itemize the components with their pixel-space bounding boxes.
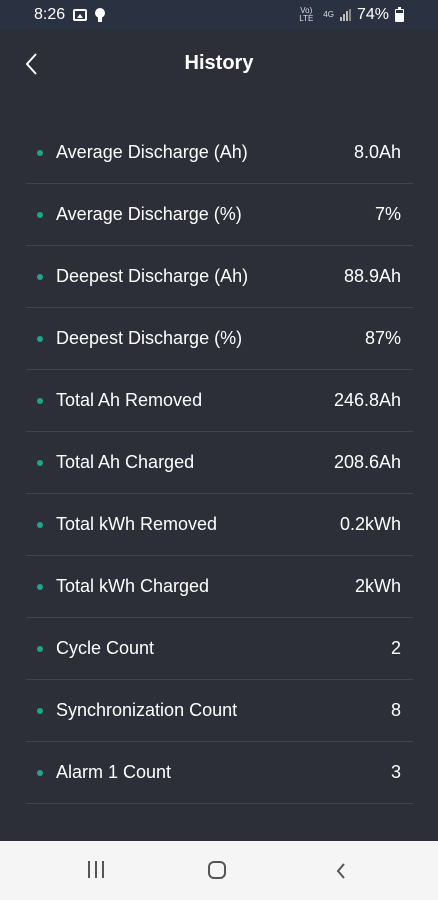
row-label: Total kWh Charged	[56, 576, 210, 596]
bullet-icon	[37, 274, 43, 280]
row-value: 7%	[374, 204, 401, 224]
bullet-icon	[37, 584, 43, 590]
row-label: Deepest Discharge (%)	[56, 328, 243, 348]
battery-icon	[395, 6, 404, 22]
row-label: Synchronization Count	[56, 700, 238, 720]
row-value: 87%	[364, 328, 401, 348]
battery-percent: 74%	[356, 6, 389, 23]
header: History	[0, 30, 438, 102]
history-list: Average Discharge (Ah) 8.0Ah Average Dis…	[26, 122, 413, 804]
row-label: Alarm 1 Count	[56, 762, 172, 782]
row-label: Total Ah Removed	[56, 390, 203, 410]
bullet-icon	[37, 398, 43, 404]
network-type: 4G	[323, 10, 334, 19]
bullet-icon	[37, 770, 43, 776]
list-item: Average Discharge (Ah) 8.0Ah	[26, 122, 413, 184]
list-item: Alarm 1 Count 3	[26, 742, 413, 804]
bullet-icon	[37, 336, 43, 342]
row-value: 246.8Ah	[333, 390, 401, 410]
signal-icon	[339, 9, 351, 21]
row-value: 8.0Ah	[353, 142, 401, 162]
bullet-icon	[37, 150, 43, 156]
list-item: Synchronization Count 8	[26, 680, 413, 742]
row-label: Average Discharge (%)	[56, 204, 242, 224]
list-item: Cycle Count 2	[26, 618, 413, 680]
row-label: Average Discharge (Ah)	[56, 142, 248, 162]
list-item: Total kWh Removed 0.2kWh	[26, 494, 413, 556]
back-icon[interactable]	[333, 861, 349, 881]
row-value: 0.2kWh	[339, 514, 401, 534]
page-title: History	[184, 52, 254, 74]
bullet-icon	[37, 460, 43, 466]
bullet-icon	[37, 212, 43, 218]
status-right: Vo) LTE 4G 74%	[295, 6, 404, 24]
recent-apps-icon[interactable]	[86, 861, 106, 881]
list-item: Total Ah Removed 246.8Ah	[26, 370, 413, 432]
row-label: Deepest Discharge (Ah)	[56, 266, 249, 286]
row-label: Total kWh Removed	[56, 514, 218, 534]
row-value: 3	[390, 762, 401, 782]
bullet-icon	[37, 708, 43, 714]
status-bar: 8:26 Vo) LTE 4G 74%	[0, 0, 438, 30]
row-label: Cycle Count	[56, 638, 155, 658]
row-value: 88.9Ah	[343, 266, 401, 286]
row-value: 208.6Ah	[333, 452, 401, 472]
status-time: 8:26	[34, 6, 66, 23]
bulb-icon	[95, 8, 106, 22]
list-item: Deepest Discharge (Ah) 88.9Ah	[26, 246, 413, 308]
list-item: Total kWh Charged 2kWh	[26, 556, 413, 618]
bullet-icon	[37, 646, 43, 652]
status-left: 8:26	[34, 6, 106, 24]
list-item: Total Ah Charged 208.6Ah	[26, 432, 413, 494]
list-item: Average Discharge (%) 7%	[26, 184, 413, 246]
image-icon	[73, 9, 88, 21]
volte-icon: Vo) LTE	[299, 6, 314, 23]
list-item: Deepest Discharge (%) 87%	[26, 308, 413, 370]
row-value: 8	[390, 700, 401, 720]
row-value: 2	[390, 638, 401, 658]
home-icon[interactable]	[208, 861, 228, 881]
row-label: Total Ah Charged	[56, 452, 195, 472]
bullet-icon	[37, 522, 43, 528]
row-value: 2kWh	[354, 576, 401, 596]
navigation-bar	[0, 841, 438, 900]
